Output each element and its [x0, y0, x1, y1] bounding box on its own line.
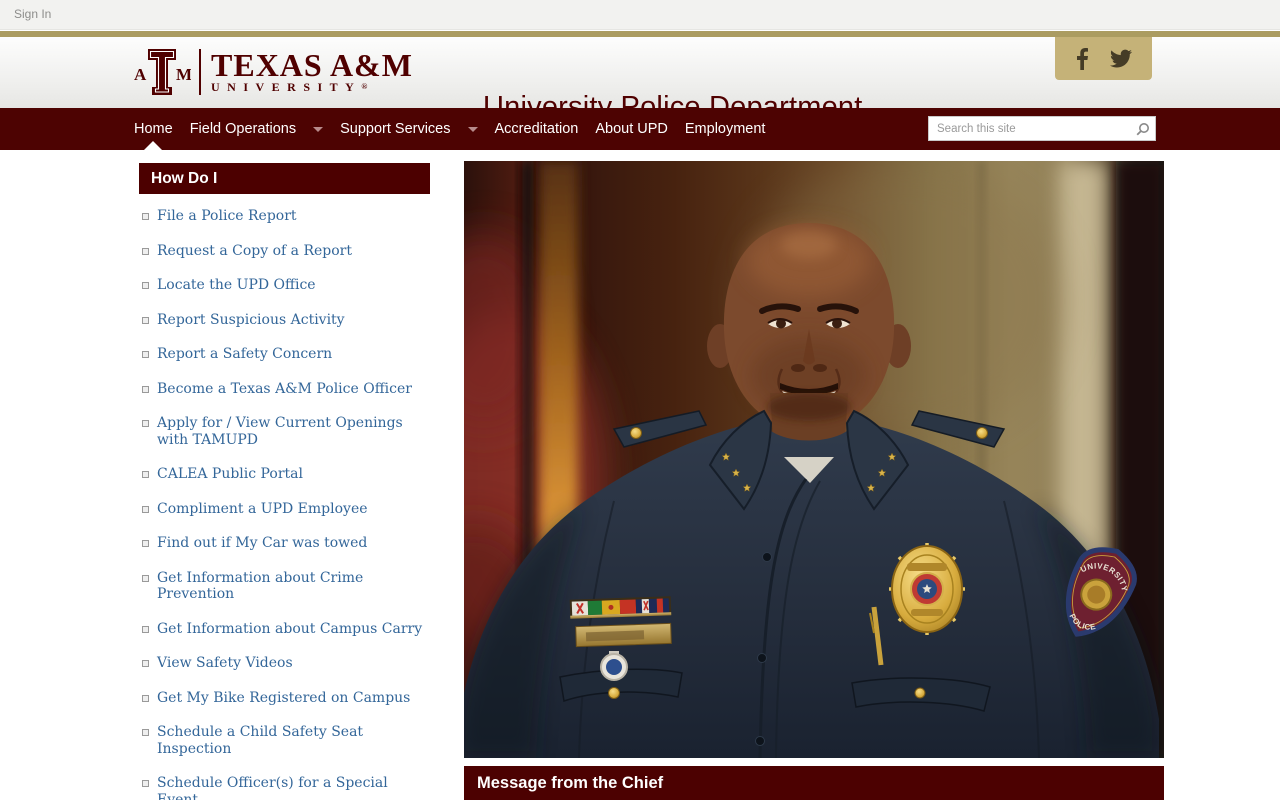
sidebar-link-schedule-officer-s-for-a-special-event[interactable]: Schedule Officer(s) for a Special Event — [139, 775, 430, 800]
site-header: A M TEXAS A&M UNIVERSITY® University Pol… — [0, 37, 1280, 123]
logo-line1: TEXAS A&M — [211, 47, 413, 83]
nav-item-list: Home Field Operations Support Services Accr… — [132, 108, 780, 150]
sidebar-link-get-information-about-crime-prevention[interactable]: Get Information about Crime Prevention — [139, 570, 430, 603]
sidebar-link-find-out-if-my-car-was-towed[interactable]: Find out if My Car was towed — [139, 535, 430, 552]
sidebar-link-schedule-a-child-safety-seat-inspection[interactable]: Schedule a Child Safety Seat Inspection — [139, 724, 430, 757]
sidebar-link-view-safety-videos[interactable]: View Safety Videos — [139, 655, 430, 672]
sidebar-link-file-a-police-report[interactable]: File a Police Report — [139, 208, 430, 225]
nav-item-label: About UPD — [595, 121, 668, 137]
sidebar-link-get-my-bike-registered-on-campus[interactable]: Get My Bike Registered on Campus — [139, 690, 430, 707]
sidebar-link-request-a-copy-of-a-report[interactable]: Request a Copy of a Report — [139, 243, 430, 260]
sidebar-link-report-suspicious-activity[interactable]: Report Suspicious Activity — [139, 312, 430, 329]
chief-photo: UNIVERSITY POLICE — [464, 161, 1164, 758]
epaulette-button-right — [976, 427, 988, 439]
nav-item-about-upd[interactable]: About UPD — [593, 108, 670, 150]
chevron-down-icon[interactable] — [467, 126, 478, 132]
sidebar-link-locate-the-upd-office[interactable]: Locate the UPD Office — [139, 277, 430, 294]
nav-item-support-services[interactable]: Support Services — [338, 108, 479, 150]
sidebar-link-become-a-texas-a-m-police-officer[interactable]: Become a Texas A&M Police Officer — [139, 381, 430, 398]
nav-item-field-operations[interactable]: Field Operations — [188, 108, 325, 150]
search-input[interactable] — [929, 122, 1131, 135]
ribbon-bar — [569, 596, 672, 619]
nav-item-label: Home — [134, 121, 173, 137]
police-badge — [889, 543, 965, 635]
nav-item-employment[interactable]: Employment — [683, 108, 768, 150]
message-from-chief-heading: Message from the Chief — [464, 766, 1164, 800]
nav-item-label: Accreditation — [494, 121, 579, 137]
chevron-down-icon[interactable] — [313, 126, 324, 132]
sidebar-link-calea-public-portal[interactable]: CALEA Public Portal — [139, 466, 430, 483]
nav-item-accreditation[interactable]: Accreditation — [493, 108, 581, 150]
facebook-icon[interactable] — [1076, 47, 1088, 70]
active-tab-indicator — [144, 141, 163, 150]
epaulette-button-left — [630, 427, 642, 439]
tamu-logo[interactable]: A M TEXAS A&M UNIVERSITY® — [133, 45, 413, 99]
registered-mark: ® — [361, 82, 368, 91]
sidebar-title: How Do I — [139, 163, 430, 194]
sidebar-link-compliment-a-upd-employee[interactable]: Compliment a UPD Employee — [139, 501, 430, 518]
page: Sign In A M TEXAS A&M UNIVERSITY® Univer… — [0, 0, 1280, 800]
tamu-block-logo-icon: A M — [134, 49, 191, 95]
search-icon[interactable] — [1131, 117, 1155, 140]
sidebar-link-apply-for-view-current-openings-with-tamupd[interactable]: Apply for / View Current Openings with T… — [139, 415, 430, 448]
nav-item-label: Employment — [684, 121, 766, 137]
sidebar-link-get-information-about-campus-carry[interactable]: Get Information about Campus Carry — [139, 621, 430, 638]
sidebar-link-report-a-safety-concern[interactable]: Report a Safety Concern — [139, 346, 430, 363]
logo-text: TEXAS A&M UNIVERSITY® — [211, 47, 413, 94]
logo-letter-m: M — [176, 65, 191, 84]
nav-item-label: Field Operations — [189, 121, 297, 137]
nav-item-label: Support Services — [340, 121, 451, 137]
social-links-box — [1055, 37, 1152, 80]
site-search — [928, 116, 1156, 141]
twitter-icon[interactable] — [1109, 49, 1132, 68]
top-bar: Sign In — [0, 0, 1280, 30]
logo-letter-a: A — [134, 65, 147, 84]
main-nav: Home Field Operations Support Services Accr… — [0, 108, 1280, 150]
how-do-i-sidebar: How Do I File a Police Report Request a C… — [139, 163, 430, 800]
logo-divider — [199, 49, 201, 95]
nav-item-home[interactable]: Home — [132, 108, 175, 150]
sign-in-link[interactable]: Sign In — [14, 7, 51, 21]
name-plate — [575, 622, 672, 648]
sidebar-link-list: File a Police Report Request a Copy of a … — [139, 208, 430, 800]
